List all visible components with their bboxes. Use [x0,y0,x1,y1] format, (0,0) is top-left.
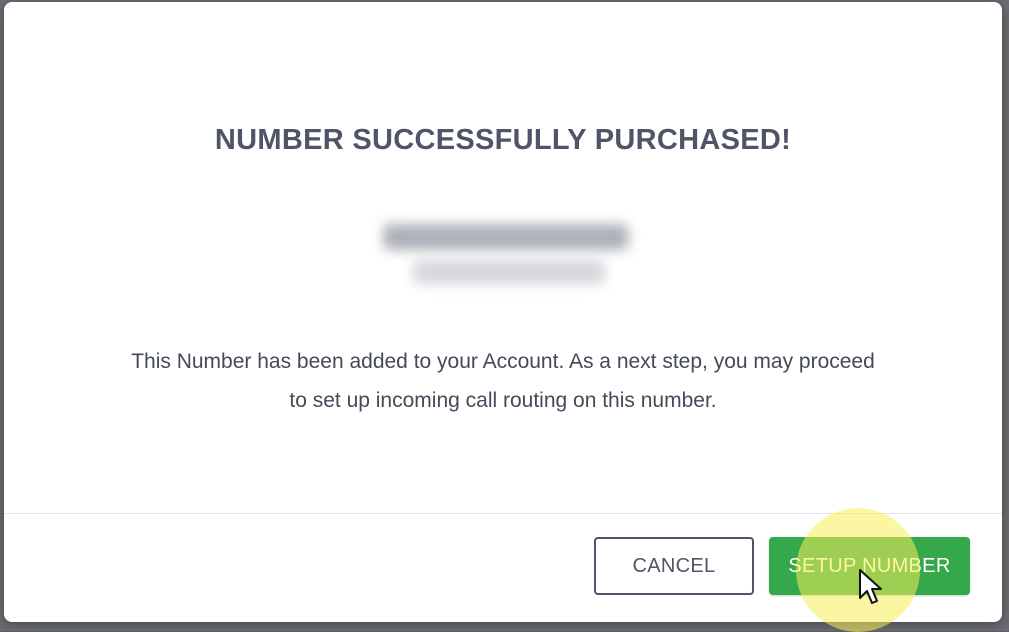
cancel-button[interactable]: CANCEL [594,537,754,595]
setup-number-button[interactable]: SETUP NUMBER [769,537,970,595]
dialog-message: This Number has been added to your Accou… [44,342,962,420]
footer-divider [4,513,1002,514]
message-line-2: to set up incoming call routing on this … [289,389,717,412]
redacted-phone-number [384,224,628,250]
purchase-success-dialog: NUMBER SUCCESSFULLY PURCHASED! This Numb… [4,2,1002,622]
redacted-number-location [414,260,604,284]
dialog-title: NUMBER SUCCESSFULLY PURCHASED! [214,124,792,156]
purchased-number-redacted [376,216,632,296]
message-line-1: This Number has been added to your Accou… [131,350,875,373]
